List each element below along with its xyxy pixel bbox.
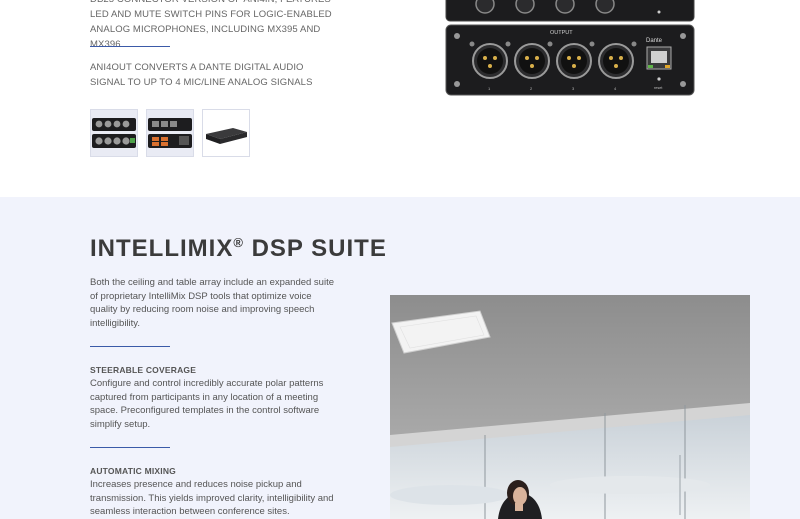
thumbnail-front-panel[interactable] (90, 109, 138, 157)
divider (90, 346, 170, 347)
front-panel-image (91, 110, 137, 156)
reset-label: reset (654, 86, 663, 90)
feature-text: Increases presence and reduces noise pic… (90, 479, 334, 518)
feature-title: AUTOMATIC MIXING (90, 466, 176, 476)
heading-suffix: DSP SUITE (243, 235, 387, 262)
divider (90, 46, 170, 47)
intellimix-dsp-section: INTELLIMIX® DSP SUITE Both the ceiling a… (0, 197, 800, 519)
thumbnail-db25-panel[interactable] (146, 109, 194, 157)
product-description-ani4out: ANI4OUT CONVERTS A DANTE DIGITAL AUDIO S… (90, 62, 313, 88)
feature-title: STEERABLE COVERAGE (90, 365, 197, 375)
dante-logo: Dante (646, 38, 663, 44)
product-description-ani4in-db25: DB25 CONNECTOR VERSION OF ANI4IN, FEATUR… (90, 0, 332, 50)
device-box-image (203, 110, 249, 156)
ani4out-device-image: OUTPUT 1 2 3 4 Dante reset (445, 0, 695, 96)
output-label: OUTPUT (550, 30, 573, 36)
db25-panel-image (147, 110, 193, 156)
feature-steerable-coverage: STEERABLE COVERAGE Configure and control… (90, 365, 335, 431)
section-intro: Both the ceiling and table array include… (90, 277, 335, 329)
section-heading: INTELLIMIX® DSP SUITE (90, 235, 387, 263)
feature-text: Configure and control incredibly accurat… (90, 378, 324, 430)
registered-mark: ® (233, 235, 244, 250)
product-thumbnails (90, 109, 250, 157)
thumbnail-device-box[interactable] (202, 109, 250, 157)
product-detail-section: DB25 CONNECTOR VERSION OF ANI4IN, FEATUR… (0, 0, 800, 197)
divider (90, 447, 170, 448)
feature-automatic-mixing: AUTOMATIC MIXING Increases presence and … (90, 466, 335, 519)
heading-text: INTELLIMIX (90, 235, 234, 262)
meeting-room-photo (390, 295, 750, 519)
